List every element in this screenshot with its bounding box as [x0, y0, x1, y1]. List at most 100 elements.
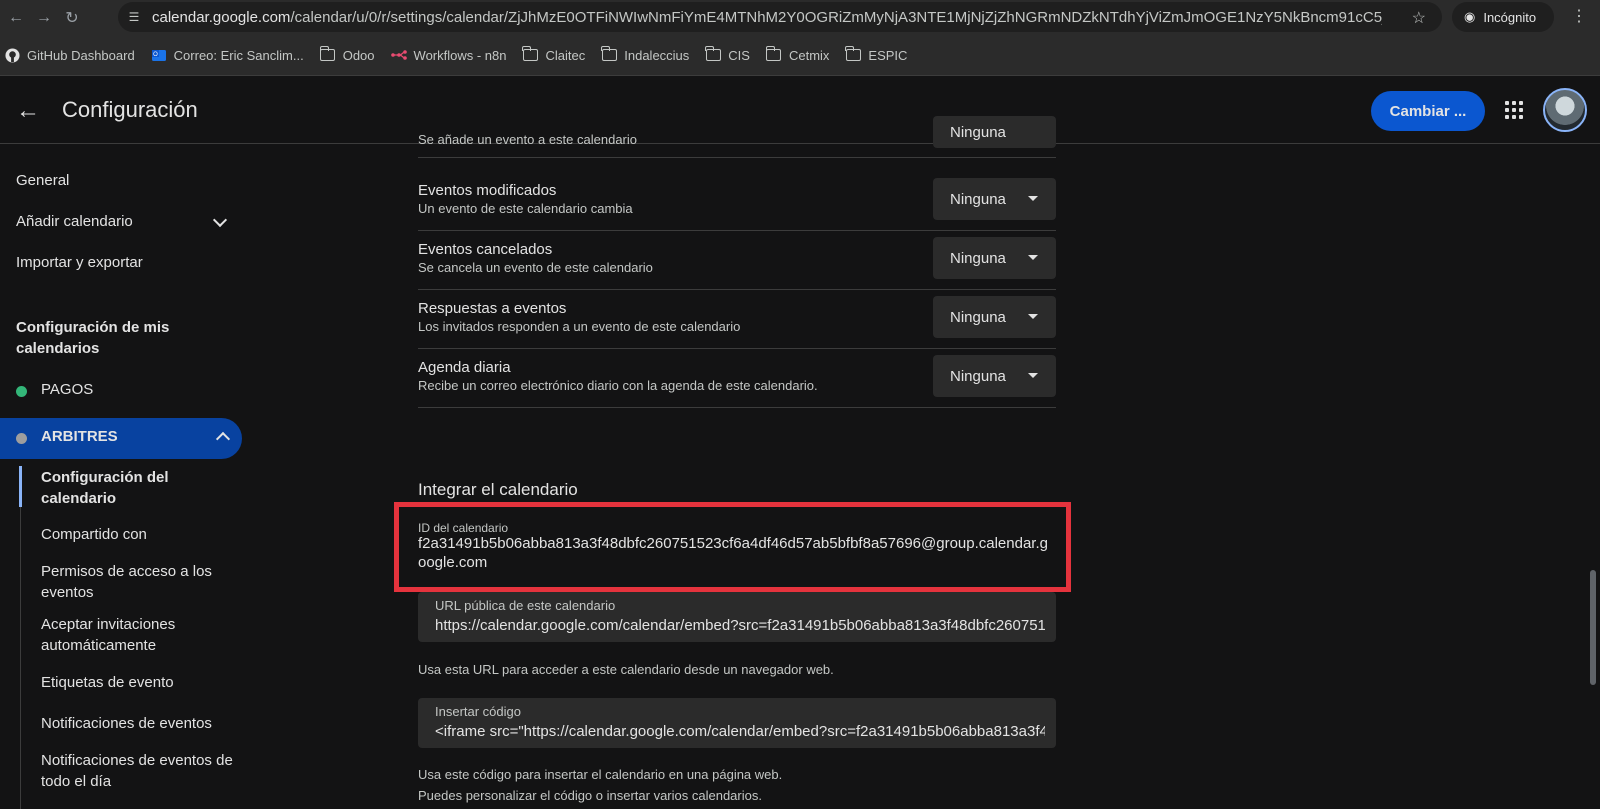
chevron-down-icon[interactable]	[212, 212, 228, 228]
folder-icon	[705, 46, 721, 63]
bookmark-espic[interactable]: ESPIC	[845, 46, 908, 63]
back-icon[interactable]: ←	[4, 6, 28, 30]
bookmark-n8n[interactable]: Workflows - n8n	[390, 47, 507, 63]
bookmark-odoo[interactable]: Odoo	[319, 46, 375, 63]
settings-sidebar: General Añadir calendario Importar y exp…	[0, 145, 260, 809]
google-apps-icon[interactable]	[1505, 101, 1523, 119]
site-info-icon[interactable]: ☰	[124, 7, 144, 27]
row-title: Eventos cancelados	[418, 241, 553, 258]
sidebar-sub-calendar-settings[interactable]: Configuración del calendario	[41, 467, 241, 509]
bookmark-label: Indaleccius	[624, 47, 690, 63]
notification-select[interactable]: Ninguna	[933, 355, 1056, 397]
row-description: Se cancela un evento de este calendario	[418, 260, 653, 275]
submenu-rail	[20, 466, 21, 809]
browser-toolbar: ← → ↻ ☰ calendar.google.com/calendar/u/0…	[0, 0, 1600, 35]
folder-icon	[601, 46, 617, 63]
incognito-label: Incógnito	[1483, 9, 1537, 25]
sidebar-calendar-arbitres[interactable]	[0, 418, 242, 459]
reload-icon[interactable]: ↻	[60, 6, 84, 30]
embed-code-value[interactable]: <iframe src="https://calendar.google.com…	[435, 723, 1045, 740]
dropdown-caret-icon	[1028, 196, 1038, 201]
notification-row: Eventos modificados Un evento de este ca…	[418, 172, 1056, 231]
embed-code-label: Insertar código	[435, 704, 521, 719]
notification-select[interactable]: Ninguna	[933, 237, 1056, 279]
select-value: Ninguna	[950, 367, 1006, 385]
avatar[interactable]	[1543, 88, 1587, 132]
bookmark-label: ESPIC	[868, 47, 908, 63]
bookmark-cetmix[interactable]: Cetmix	[765, 46, 830, 63]
dropdown-caret-icon	[1028, 314, 1038, 319]
bookmark-label: Cetmix	[788, 47, 830, 63]
calendar-color-dot	[16, 386, 27, 397]
sidebar-sub-event-labels[interactable]: Etiquetas de evento	[41, 672, 241, 693]
my-calendars-heading: Configuración de mis calendarios	[16, 319, 170, 357]
notification-row: Eventos cancelados Se cancela un evento …	[418, 231, 1056, 290]
row-title: Agenda diaria	[418, 359, 511, 376]
notification-select[interactable]: Ninguna	[933, 116, 1056, 148]
embed-help-1: Usa este código para insertar el calenda…	[418, 767, 783, 782]
dropdown-caret-icon	[1028, 373, 1038, 378]
sidebar-item-add-calendar[interactable]: Añadir calendario	[16, 213, 133, 230]
row-description: Un evento de este calendario cambia	[418, 201, 633, 216]
integrate-section-title: Integrar el calendario	[418, 480, 578, 499]
row-title: Eventos modificados	[418, 182, 557, 199]
public-url-value[interactable]: https://calendar.google.com/calendar/emb…	[435, 617, 1045, 634]
bookmark-correo[interactable]: O Correo: Eric Sanclim...	[151, 47, 304, 63]
folder-icon	[765, 46, 782, 63]
n8n-icon	[390, 47, 407, 63]
embed-code-field[interactable]: Insertar código <iframe src="https://cal…	[418, 698, 1056, 748]
public-url-help: Usa esta URL para acceder a este calenda…	[418, 662, 834, 677]
sidebar-calendar-label: ARBITRES	[41, 428, 118, 445]
bookmark-star-icon[interactable]: ☆	[1412, 8, 1426, 28]
row-description: Los invitados responden a un evento de e…	[418, 319, 741, 334]
notification-row: Respuestas a eventos Los invitados respo…	[418, 290, 1056, 349]
notification-row: Agenda diaria Recibe un correo electróni…	[418, 349, 1056, 408]
notification-select[interactable]: Ninguna	[933, 178, 1056, 220]
active-indicator	[19, 466, 22, 507]
sidebar-sub-event-notifications[interactable]: Notificaciones de eventos	[41, 713, 241, 734]
notification-select[interactable]: Ninguna	[933, 296, 1056, 338]
select-value: Ninguna	[950, 190, 1006, 208]
url-text[interactable]: calendar.google.com/calendar/u/0/r/setti…	[152, 9, 1382, 26]
calendar-id-value[interactable]: f2a31491b5b06abba813a3f48dbfc260751523cf…	[418, 534, 1054, 572]
bookmark-label: GitHub Dashboard	[27, 47, 135, 63]
sidebar-sub-shared-with[interactable]: Compartido con	[41, 524, 241, 545]
address-bar[interactable]: ☰ calendar.google.com/calendar/u/0/r/set…	[118, 2, 1442, 32]
switch-button[interactable]: Cambiar ...	[1371, 91, 1485, 131]
calendar-id-label: ID del calendario	[418, 521, 509, 535]
incognito-icon: ◉	[1464, 9, 1476, 24]
bookmark-label: Workflows - n8n	[413, 47, 507, 63]
forward-icon[interactable]: →	[32, 6, 56, 30]
svg-text:O: O	[153, 52, 158, 58]
sidebar-sub-access-permissions[interactable]: Permisos de acceso a los eventos	[41, 561, 241, 603]
sidebar-sub-auto-accept[interactable]: Aceptar invitaciones automáticamente	[41, 614, 241, 656]
folder-icon	[522, 46, 539, 63]
bookmark-cis[interactable]: CIS	[705, 46, 750, 63]
page-scrollbar[interactable]	[1590, 570, 1596, 685]
select-value: Ninguna	[950, 308, 1006, 326]
select-value: Ninguna	[950, 249, 1006, 267]
dropdown-caret-icon	[1028, 255, 1038, 260]
back-arrow-icon[interactable]: ←	[16, 97, 40, 125]
sidebar-calendar-pagos[interactable]: PAGOS	[41, 381, 93, 398]
folder-icon	[319, 46, 336, 63]
public-url-field[interactable]: URL pública de este calendario https://c…	[418, 592, 1056, 642]
outlook-icon: O	[151, 47, 167, 63]
bookmark-claitec[interactable]: Claitec	[522, 46, 586, 63]
notification-row: Se añade un evento a este calendario Nin…	[418, 116, 1056, 158]
public-url-label: URL pública de este calendario	[435, 598, 616, 613]
bookmark-label: Claitec	[545, 47, 586, 63]
sidebar-item-import-export[interactable]: Importar y exportar	[16, 254, 143, 271]
incognito-badge[interactable]: ◉ Incógnito	[1452, 2, 1554, 32]
bookmark-indaleccius[interactable]: Indaleccius	[601, 46, 690, 63]
calendar-color-dot	[16, 433, 27, 444]
sidebar-item-general[interactable]: General	[16, 172, 69, 189]
bookmark-github[interactable]: GitHub Dashboard	[4, 47, 135, 63]
folder-icon	[845, 46, 861, 63]
sidebar-sub-all-day-notifications[interactable]: Notificaciones de eventos de todo el día	[41, 750, 241, 792]
browser-menu-icon[interactable]: ⋮	[1571, 6, 1587, 26]
row-title: Respuestas a eventos	[418, 300, 567, 317]
embed-help-2: Puedes personalizar el código o insertar…	[418, 788, 762, 803]
bookmark-label: Odoo	[342, 47, 375, 63]
github-icon	[4, 47, 20, 63]
